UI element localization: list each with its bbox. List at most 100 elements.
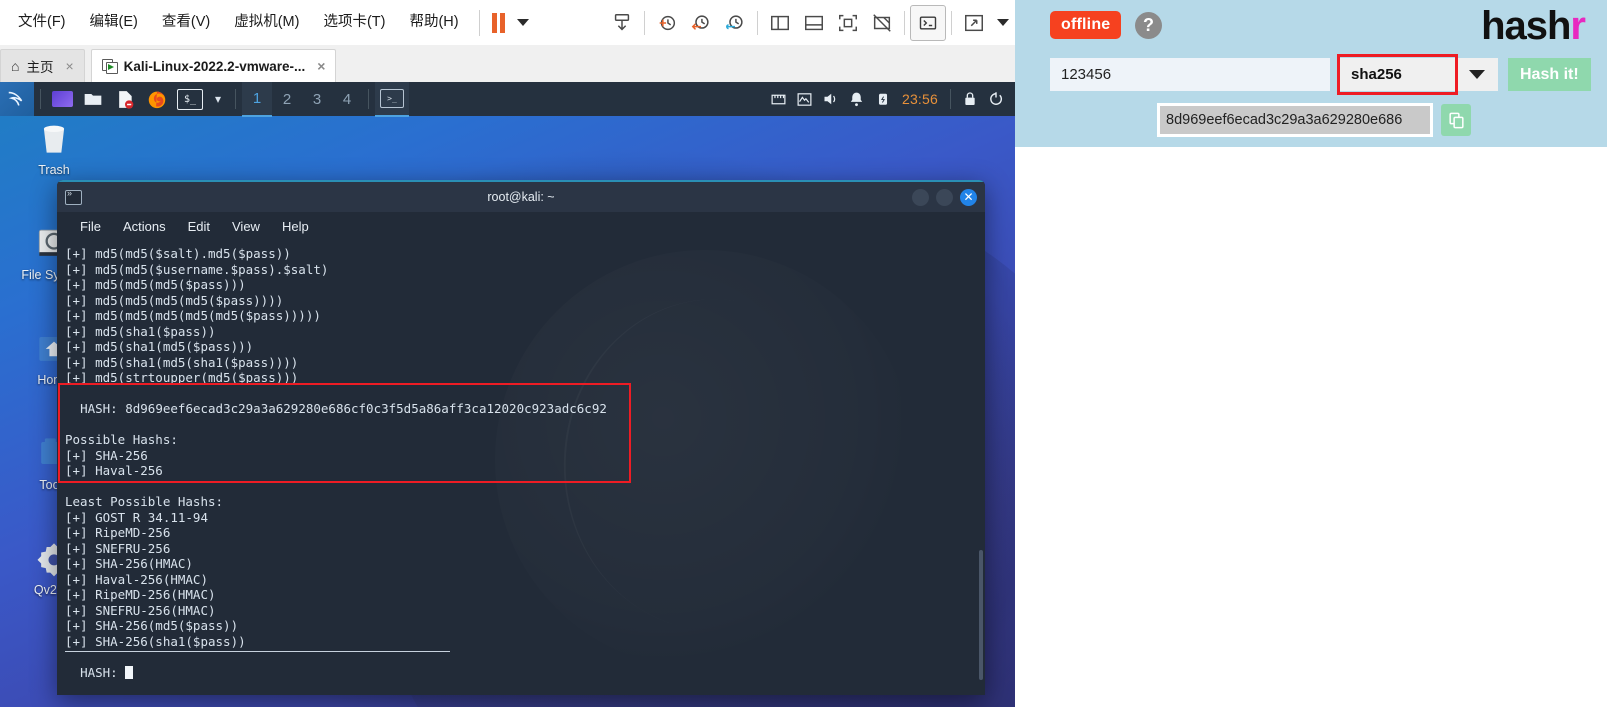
show-left-pane-icon[interactable] <box>763 6 797 40</box>
terminal-output-area[interactable]: [+] md5(md5($salt).md5($pass)) [+] md5(m… <box>57 240 985 695</box>
terminal-title: root@kali: ~ <box>487 190 555 204</box>
prompt-label: HASH: <box>80 664 118 680</box>
show-bottom-pane-icon[interactable] <box>797 6 831 40</box>
terminal-titlebar[interactable]: root@kali: ~ ✕ <box>57 180 985 212</box>
clock[interactable]: 23:56 <box>902 91 938 107</box>
menu-file[interactable]: 文件(F) <box>6 15 78 30</box>
terminal-text: [+] md5(md5($salt).md5($pass)) [+] md5(m… <box>57 240 985 680</box>
algorithm-select-value[interactable]: sha256 <box>1340 58 1455 91</box>
terminal-emulator-icon[interactable] <box>47 82 77 116</box>
suspend-icon[interactable] <box>491 12 505 33</box>
algorithm-select[interactable]: sha256 <box>1337 54 1498 95</box>
fullscreen-icon[interactable] <box>957 6 991 40</box>
minimize-button[interactable] <box>912 188 929 206</box>
terminal-window-button[interactable]: >_ <box>375 82 409 117</box>
tab-home[interactable]: ⌂ 主页 × <box>0 49 85 82</box>
hash-result-row: 8d969eef6ecad3c29a3a629280e686 <box>1157 103 1471 137</box>
hashr-body <box>1015 147 1607 707</box>
terminal-menubar: File Actions Edit View Help <box>57 212 985 240</box>
terminal-menu-actions[interactable]: Actions <box>112 219 177 234</box>
volume-icon[interactable] <box>818 82 844 116</box>
display-icon[interactable] <box>792 82 818 116</box>
terminal-menu-help[interactable]: Help <box>271 219 320 234</box>
term-line: [+] md5(md5(md5(md5(md5($pass))))) <box>65 308 321 323</box>
hashr-web-page: offline ? hashr sha256 Hash it! 8d969eef… <box>1015 0 1607 707</box>
terminal-window[interactable]: root@kali: ~ ✕ File Actions Edit View He… <box>57 180 985 695</box>
tab-kali-vm[interactable]: Kali-Linux-2022.2-vmware-... × <box>90 49 337 82</box>
terminal-menu-view[interactable]: View <box>221 219 271 234</box>
hashr-header: offline ? hashr sha256 Hash it! 8d969eef… <box>1015 0 1607 147</box>
snapshot-take-icon[interactable] <box>650 6 684 40</box>
hash-value: 8d969eef6ecad3c29a3a629280e686cf0c3f5d5a… <box>125 401 607 416</box>
kali-top-panel: $_ ▾ 1 2 3 4 >_ 23:56 <box>0 82 1015 117</box>
hash-it-button[interactable]: Hash it! <box>1508 58 1591 91</box>
panel-divider-2 <box>235 89 236 109</box>
term-line: [+] md5(strtoupper(md5($pass))) <box>65 370 299 385</box>
battery-icon[interactable] <box>870 82 896 116</box>
send-ctrl-alt-del-icon[interactable] <box>605 6 639 40</box>
toolbar-chevron-down-icon[interactable] <box>997 19 1009 26</box>
tab-kali-vm-close-icon[interactable]: × <box>317 58 325 74</box>
term-line: [+] md5(sha1(md5($pass))) <box>65 339 254 354</box>
menu-divider <box>478 9 480 36</box>
term-line: [+] md5(sha1(md5(sha1($pass)))) <box>65 354 299 370</box>
desktop-icon-trash-label: Trash <box>38 163 70 177</box>
panel-divider-3 <box>368 89 369 109</box>
network-icon[interactable] <box>766 82 792 116</box>
terminal-separator-rule <box>65 651 450 652</box>
panel-divider-4 <box>950 89 951 109</box>
copy-icon[interactable] <box>1441 104 1471 136</box>
notification-icon[interactable] <box>844 82 870 116</box>
lock-icon[interactable] <box>957 82 983 116</box>
toolbar-divider-3 <box>904 10 905 35</box>
menu-tabs[interactable]: 选项卡(T) <box>311 15 397 30</box>
workspace-2[interactable]: 2 <box>272 82 302 116</box>
menu-help[interactable]: 帮助(H) <box>397 15 470 30</box>
menu-vm[interactable]: 虚拟机(M) <box>222 15 311 30</box>
hashr-logo: hashr <box>1481 4 1586 49</box>
help-icon[interactable]: ? <box>1135 12 1162 39</box>
tab-home-close-icon[interactable]: × <box>65 58 73 74</box>
brand-main: hash <box>1481 4 1571 48</box>
chevron-down-icon[interactable] <box>516 19 529 26</box>
workspace-1[interactable]: 1 <box>242 82 272 117</box>
power-icon[interactable] <box>983 82 1009 116</box>
workspace-3[interactable]: 3 <box>302 82 332 116</box>
close-button[interactable]: ✕ <box>960 188 977 206</box>
term-line: [+] SHA-256(md5($pass)) <box>65 618 239 633</box>
text-editor-icon[interactable] <box>109 82 141 116</box>
terminal-dropdown-icon[interactable]: $_ <box>173 82 207 116</box>
terminal-menu-file[interactable]: File <box>69 219 112 234</box>
chevron-down-icon[interactable] <box>1455 58 1498 91</box>
vmware-toolbar <box>605 0 1015 45</box>
term-line: [+] md5(md5(md5(md5($pass)))) <box>65 292 284 308</box>
menu-view[interactable]: 查看(V) <box>150 15 222 30</box>
panel-chevron-down-icon[interactable]: ▾ <box>207 82 229 116</box>
desktop-icon-trash[interactable]: Trash <box>8 112 100 177</box>
menu-edit[interactable]: 编辑(E) <box>78 15 150 30</box>
kali-guest-screen: $_ ▾ 1 2 3 4 >_ 23:56 Trash File System … <box>0 82 1015 707</box>
result-value[interactable]: 8d969eef6ecad3c29a3a629280e686 <box>1160 106 1430 134</box>
hash-label: HASH: <box>80 401 118 416</box>
file-manager-icon[interactable] <box>77 82 109 116</box>
toolbar-divider <box>644 10 645 35</box>
vm-powered-icon <box>101 59 118 74</box>
term-line: [+] md5(md5(md5($pass))) <box>65 277 246 292</box>
term-line: [+] SHA-256(sha1($pass)) <box>65 633 246 649</box>
term-line: [+] SNEFRU-256 <box>65 540 171 556</box>
console-view-icon[interactable] <box>910 4 946 41</box>
term-line: [+] SNEFRU-256(HMAC) <box>65 602 216 618</box>
fit-guest-icon[interactable] <box>831 6 865 40</box>
snapshot-revert-icon[interactable] <box>684 6 718 40</box>
kali-menu-icon[interactable] <box>0 82 34 116</box>
no-thumbnail-icon[interactable] <box>865 6 899 40</box>
hash-form-row: sha256 Hash it! <box>1050 54 1591 95</box>
result-field[interactable]: 8d969eef6ecad3c29a3a629280e686 <box>1157 103 1433 137</box>
terminal-menu-edit[interactable]: Edit <box>177 219 221 234</box>
text-input[interactable] <box>1050 58 1330 91</box>
maximize-button[interactable] <box>936 188 953 206</box>
snapshot-manager-icon[interactable] <box>718 6 752 40</box>
terminal-scrollbar[interactable] <box>979 550 983 680</box>
workspace-4[interactable]: 4 <box>332 82 362 116</box>
firefox-icon[interactable] <box>141 82 173 116</box>
